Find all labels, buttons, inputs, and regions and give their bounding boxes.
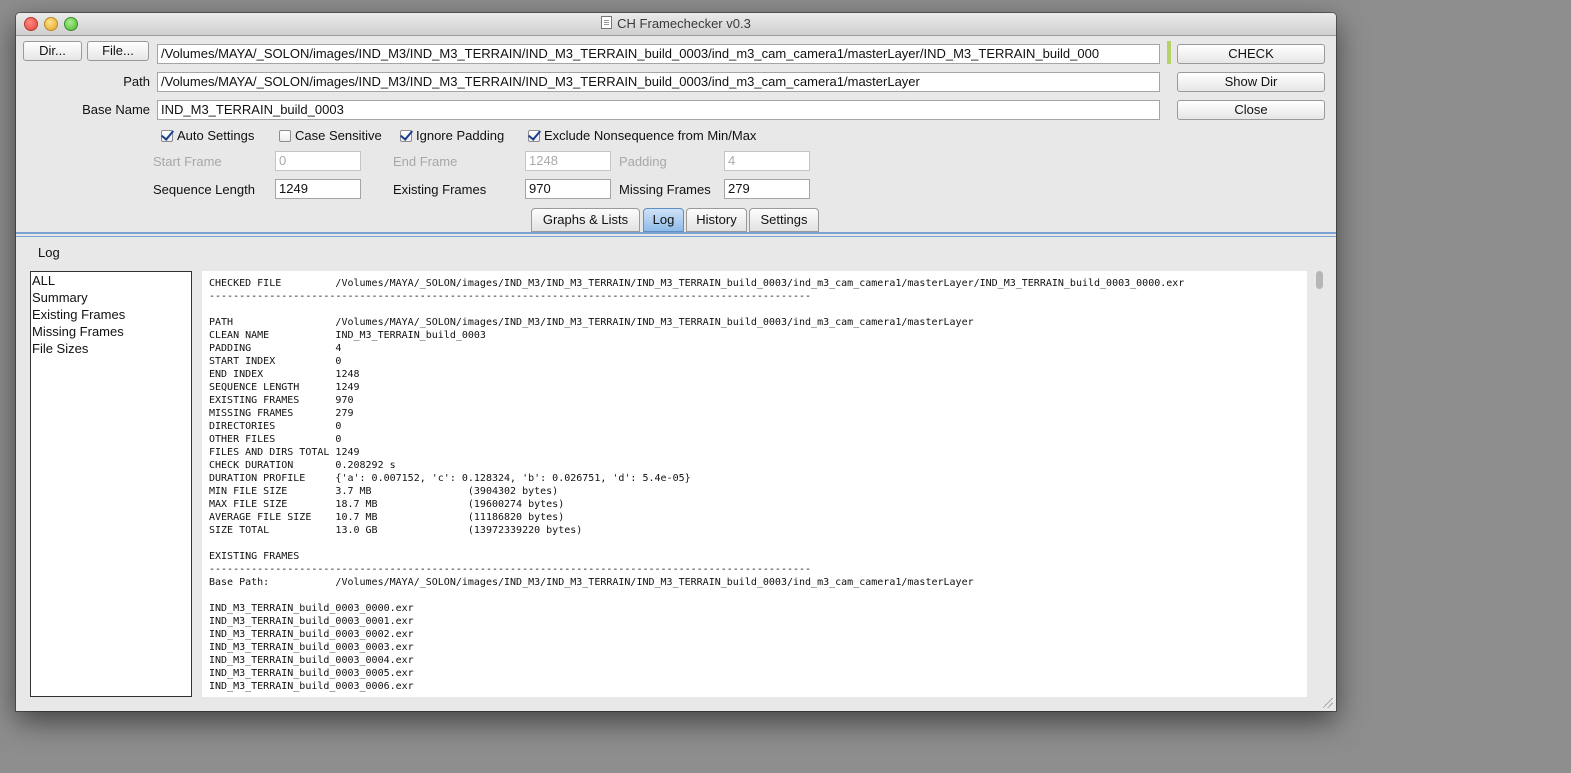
existing-frames-label: Existing Frames — [393, 182, 487, 197]
missing-frames-input[interactable]: 279 — [724, 179, 810, 199]
list-item-existing-frames[interactable]: Existing Frames — [31, 306, 191, 323]
window-title-wrap: CH Framechecker v0.3 — [16, 16, 1336, 31]
base-name-input[interactable]: IND_M3_TERRAIN_build_0003 — [157, 100, 1160, 120]
resize-grip-icon[interactable] — [1323, 698, 1333, 708]
auto-settings-label: Auto Settings — [177, 128, 255, 143]
show-dir-button[interactable]: Show Dir — [1177, 72, 1325, 92]
app-window: CH Framechecker v0.3 Dir... File... /Vol… — [16, 13, 1336, 711]
ignore-padding-checkbox[interactable]: Ignore Padding — [400, 128, 504, 144]
list-item-summary[interactable]: Summary — [31, 289, 191, 306]
padding-label: Padding — [619, 154, 667, 169]
window-title: CH Framechecker v0.3 — [617, 16, 751, 31]
log-output: CHECKED FILE /Volumes/MAYA/_SOLON/images… — [209, 278, 1185, 692]
sequence-length-input[interactable]: 1249 — [275, 179, 361, 199]
log-scrollbar[interactable] — [1316, 271, 1324, 697]
path-label: Path — [123, 74, 150, 89]
title-bar: CH Framechecker v0.3 — [16, 13, 1336, 36]
exclude-nonsequence-label: Exclude Nonsequence from Min/Max — [544, 128, 757, 143]
exclude-nonsequence-checkbox[interactable]: Exclude Nonsequence from Min/Max — [528, 128, 756, 144]
file-button[interactable]: File... — [87, 41, 149, 61]
log-text-area[interactable]: CHECKED FILE /Volumes/MAYA/_SOLON/images… — [202, 271, 1307, 697]
check-button[interactable]: CHECK — [1177, 44, 1325, 64]
file-path-input[interactable]: /Volumes/MAYA/_SOLON/images/IND_M3/IND_M… — [157, 44, 1160, 64]
existing-frames-input[interactable]: 970 — [525, 179, 611, 199]
log-category-list: ALL Summary Existing Frames Missing Fram… — [30, 271, 192, 697]
sequence-length-label: Sequence Length — [153, 182, 255, 197]
case-sensitive-label: Case Sensitive — [295, 128, 382, 143]
start-frame-label: Start Frame — [153, 154, 222, 169]
tab-history[interactable]: History — [686, 208, 747, 232]
tab-settings[interactable]: Settings — [749, 208, 819, 232]
checkbox-unchecked-icon — [279, 130, 291, 142]
end-frame-input[interactable]: 1248 — [525, 151, 611, 171]
log-panel-title: Log — [38, 245, 60, 260]
list-item-missing-frames[interactable]: Missing Frames — [31, 323, 191, 340]
tab-divider — [16, 232, 1336, 234]
scrollbar-thumb[interactable] — [1316, 271, 1323, 289]
missing-frames-label: Missing Frames — [619, 182, 711, 197]
tab-divider-secondary — [16, 236, 1336, 237]
ignore-padding-label: Ignore Padding — [416, 128, 505, 143]
auto-settings-checkbox[interactable]: Auto Settings — [161, 128, 254, 144]
base-name-label: Base Name — [82, 102, 150, 117]
checkbox-checked-icon — [528, 130, 540, 142]
tab-log[interactable]: Log — [643, 208, 684, 232]
padding-input[interactable]: 4 — [724, 151, 810, 171]
end-frame-label: End Frame — [393, 154, 458, 169]
checkbox-checked-icon — [161, 130, 173, 142]
tab-graphs-lists[interactable]: Graphs & Lists — [531, 208, 640, 232]
checkbox-checked-icon — [400, 130, 412, 142]
close-button[interactable]: Close — [1177, 100, 1325, 120]
list-item-file-sizes[interactable]: File Sizes — [31, 340, 191, 357]
file-status-indicator — [1167, 41, 1171, 64]
path-input[interactable]: /Volumes/MAYA/_SOLON/images/IND_M3/IND_M… — [157, 72, 1160, 92]
list-item-all[interactable]: ALL — [31, 272, 191, 289]
start-frame-input[interactable]: 0 — [275, 151, 361, 171]
case-sensitive-checkbox[interactable]: Case Sensitive — [279, 128, 382, 144]
document-icon — [601, 16, 613, 29]
dir-button[interactable]: Dir... — [23, 41, 82, 61]
